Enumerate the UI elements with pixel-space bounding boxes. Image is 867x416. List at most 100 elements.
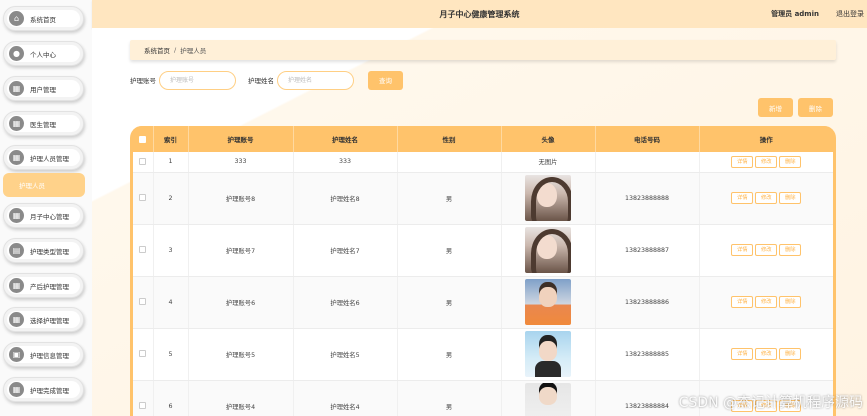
batch-delete-button[interactable]: 删除 [798,98,833,117]
sidebar-subitem-nurses[interactable]: 护理人员 [3,173,85,197]
edit-button[interactable]: 修改 [755,192,778,204]
breadcrumb: 系统首页 / 护理人员 [130,40,836,60]
action-group: 详情 修改 删除 [700,244,834,256]
row-actions: 详情 修改 删除 [699,224,834,277]
row-select[interactable] [133,152,154,173]
name-search-input[interactable] [277,70,354,90]
row-checkbox[interactable] [139,402,147,410]
table-row: 5 护理账号5 护理姓名5 男 13823888885 详情 修改 删除 [133,328,834,381]
sidebar-item[interactable]: ▦ 医生管理 [3,111,84,136]
avatar [525,175,571,221]
row-name: 护理姓名4 [293,380,398,416]
row-actions: 详情 修改 删除 [699,276,833,329]
edit-button[interactable]: 修改 [755,296,778,308]
avatar [525,383,571,416]
row-checkbox[interactable] [139,298,147,306]
grid-icon: ▦ [9,208,24,223]
table-row: 3 护理账号7 护理姓名7 男 13823888887 详情 修改 删除 [133,224,834,277]
delete-button[interactable]: 删除 [779,296,802,308]
detail-button[interactable]: 详情 [731,155,754,168]
sidebar-item[interactable]: ▤ 护理类型管理 [3,238,84,263]
column-header: 索引 [153,126,189,152]
search-button[interactable]: 查询 [368,70,403,90]
add-button[interactable]: 新增 [758,98,793,117]
delete-button[interactable]: 删除 [779,155,802,168]
row-checkbox[interactable] [139,158,147,165]
grid-icon: ▦ [9,382,24,397]
row-actions: 详情 修改 删除 [699,328,834,381]
sidebar-item-label: 护理人员管理 [30,154,69,163]
sidebar-item[interactable]: ⌂ 系统首页 [3,6,84,31]
grid-icon: ▦ [9,312,24,327]
top-header: 月子中心健康管理系统 管理员 admin 退出登录 [92,0,867,28]
delete-button[interactable]: 删除 [779,244,802,256]
sidebar-item[interactable]: ▦ 选择护理管理 [3,307,84,332]
breadcrumb-separator: / [174,46,177,54]
account-search-input[interactable] [159,70,236,90]
row-actions: 详情 修改 删除 [699,172,834,225]
row-gender: 男 [397,224,502,277]
breadcrumb-home[interactable]: 系统首页 [144,45,170,55]
avatar [525,331,571,377]
row-phone: 13823888887 [595,224,700,277]
row-select[interactable] [133,276,154,329]
row-select[interactable] [133,328,154,381]
sidebar: ⌂ 系统首页 ● 个人中心 ▦ 用户管理 ▦ 医生管理 ▦ 护理人员管理 护理人员 ▦ 月子中心管理 ▤ 护… [0,0,92,416]
row-account: 护理账号6 [188,276,294,329]
column-header: 操作 [699,126,833,152]
column-header: 头像 [501,126,596,152]
edit-button[interactable]: 修改 [755,244,778,256]
row-checkbox[interactable] [139,246,147,254]
row-phone: 13823888885 [595,328,700,381]
delete-button[interactable]: 删除 [779,192,802,204]
column-header: 电话号码 [595,126,700,152]
current-user: 管理员 admin [771,10,819,18]
action-group: 详情 修改 删除 [700,155,834,168]
row-gender: 男 [397,380,502,416]
edit-button[interactable]: 修改 [755,348,778,360]
logout-link[interactable]: 退出登录 [836,9,864,19]
user-icon: ● [9,46,24,61]
row-name: 护理姓名7 [293,224,398,277]
detail-button[interactable]: 详情 [731,296,754,308]
sidebar-item[interactable]: ▦ 护理完成管理 [3,377,84,402]
select-all-checkbox[interactable] [139,135,147,143]
sidebar-item[interactable]: ▣ 护理信息管理 [3,342,84,367]
row-select[interactable] [133,172,154,225]
grid-icon: ▦ [9,81,24,96]
delete-button[interactable]: 删除 [779,348,802,360]
column-header: 护理账号 [188,126,294,152]
sidebar-item[interactable]: ● 个人中心 [3,41,84,66]
action-group: 详情 修改 删除 [700,348,834,360]
table-row: 4 护理账号6 护理姓名6 男 13823888886 详情 修改 删除 [133,276,833,329]
select-all-header[interactable] [133,126,154,152]
row-checkbox[interactable] [139,194,147,202]
sidebar-item-label: 月子中心管理 [30,212,69,221]
row-checkbox[interactable] [139,350,147,358]
search-bar: 护理账号 护理姓名 查询 [130,70,403,90]
row-select[interactable] [133,224,154,277]
row-actions: 详情 修改 删除 [699,152,834,173]
row-select[interactable] [133,380,154,416]
breadcrumb-current: 护理人员 [180,47,207,55]
detail-button[interactable]: 详情 [731,244,754,256]
sidebar-item[interactable]: ▦ 用户管理 [3,76,84,101]
detail-button[interactable]: 详情 [731,192,754,204]
table-row: 2 护理账号8 护理姓名8 男 13823888888 详情 修改 删除 [133,172,834,225]
action-group: 详情 修改 删除 [700,192,834,204]
home-icon: ⌂ [9,11,24,26]
detail-button[interactable]: 详情 [731,348,754,360]
row-index: 1 [153,152,189,173]
app-title: 月子中心健康管理系统 [439,10,520,19]
row-gender [397,152,502,173]
row-avatar: 无图片 [501,152,596,173]
sidebar-item-label: 选择护理管理 [30,316,69,325]
sidebar-item[interactable]: ▦ 月子中心管理 [3,203,84,228]
edit-button[interactable]: 修改 [755,155,778,168]
row-name: 护理姓名8 [293,172,398,225]
row-index: 2 [153,172,189,225]
sidebar-item[interactable]: ▦ 产后护理管理 [3,273,84,298]
sidebar-item[interactable]: ▦ 护理人员管理 [3,145,84,170]
table-header-row: 索引 护理账号 护理姓名 性别 头像 电话号码 操作 [133,126,833,152]
row-avatar [501,224,596,277]
